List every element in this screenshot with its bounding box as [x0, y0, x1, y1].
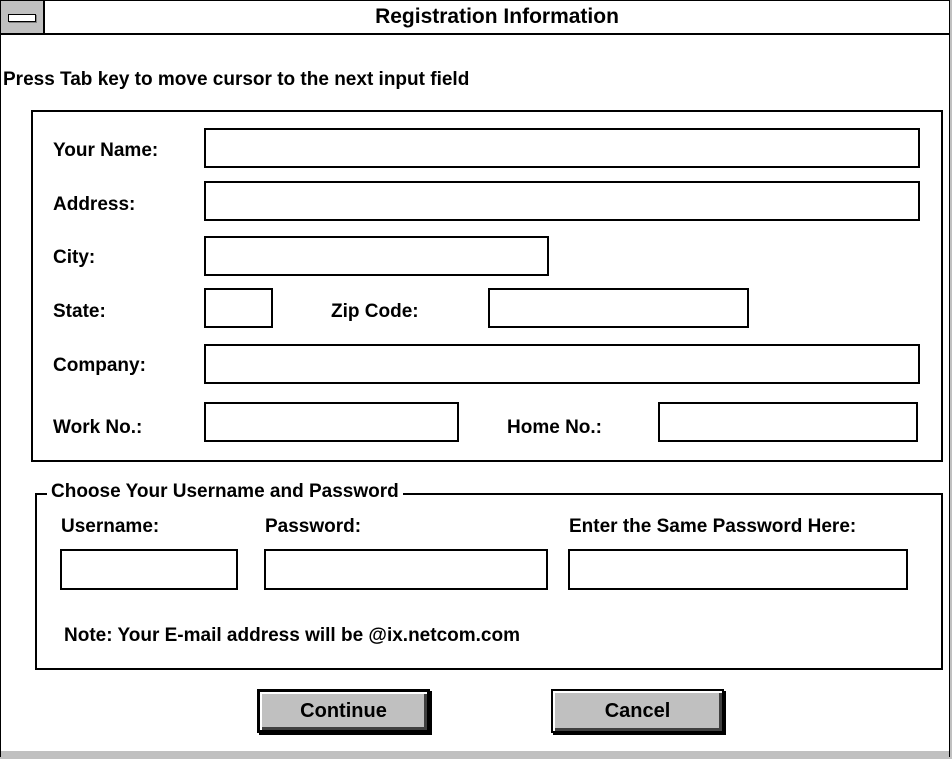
cancel-button[interactable]: Cancel	[551, 689, 724, 733]
title-bar: Registration Information	[1, 1, 949, 35]
email-note: Note: Your E-mail address will be @ix.ne…	[64, 625, 520, 646]
registration-dialog: Registration Information Press Tab key t…	[0, 0, 950, 758]
username-field[interactable]	[60, 549, 238, 590]
system-menu-icon	[8, 14, 36, 22]
password-label: Password:	[265, 516, 362, 537]
address-field[interactable]	[204, 181, 920, 221]
home-phone-label: Home No.:	[507, 417, 602, 438]
home-phone-field[interactable]	[658, 402, 918, 442]
name-label: Your Name:	[53, 140, 159, 161]
name-field[interactable]	[204, 128, 920, 168]
city-label: City:	[53, 247, 96, 268]
state-field[interactable]	[204, 288, 273, 328]
account-group-title: Choose Your Username and Password	[47, 481, 403, 503]
window-title: Registration Information	[375, 5, 619, 28]
username-label: Username:	[61, 516, 160, 537]
password-field[interactable]	[264, 549, 548, 590]
system-menu-button[interactable]	[1, 1, 45, 33]
continue-button[interactable]: Continue	[257, 689, 430, 733]
confirm-password-field[interactable]	[568, 549, 908, 590]
city-field[interactable]	[204, 236, 549, 276]
zip-label: Zip Code:	[331, 301, 419, 322]
state-label: State:	[53, 301, 106, 322]
work-phone-label: Work No.:	[53, 417, 143, 438]
address-label: Address:	[53, 194, 136, 215]
instruction-text: Press Tab key to move cursor to the next…	[3, 69, 470, 90]
window-bottom-border	[1, 751, 949, 758]
company-label: Company:	[53, 355, 146, 376]
zip-field[interactable]	[488, 288, 749, 328]
work-phone-field[interactable]	[204, 402, 459, 442]
confirm-password-label: Enter the Same Password Here:	[569, 516, 857, 537]
company-field[interactable]	[204, 344, 920, 384]
